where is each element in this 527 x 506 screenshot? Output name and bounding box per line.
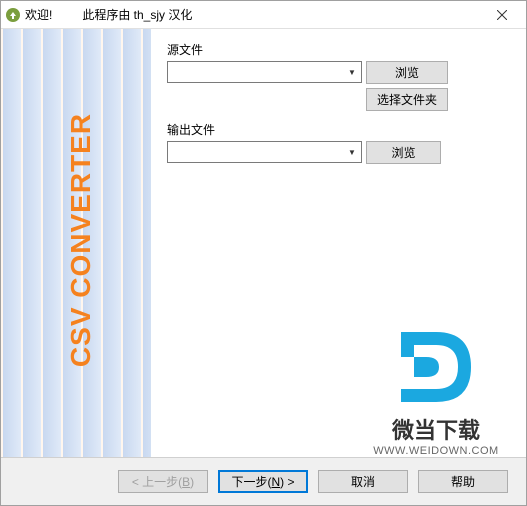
titlebar-subtitle: 此程序由 th_sjy 汉化: [82, 6, 192, 23]
help-button[interactable]: 帮助: [418, 470, 508, 493]
app-icon: [5, 7, 21, 23]
close-button[interactable]: [482, 3, 522, 27]
output-file-combo[interactable]: ▼: [167, 141, 362, 163]
back-button: < 上一步(B): [118, 470, 208, 493]
source-file-combo[interactable]: ▼: [167, 61, 362, 83]
main-panel: 源文件 ▼ 浏览 选择文件夹: [151, 29, 526, 457]
output-file-label: 输出文件: [167, 121, 510, 138]
chevron-down-icon[interactable]: ▼: [344, 63, 360, 81]
browse-source-button[interactable]: 浏览: [366, 61, 448, 84]
source-file-group: 源文件 ▼ 浏览 选择文件夹: [167, 41, 510, 111]
output-file-group: 输出文件 ▼ 浏览: [167, 121, 510, 164]
source-file-label: 源文件: [167, 41, 510, 58]
chevron-down-icon[interactable]: ▼: [344, 143, 360, 161]
wizard-window: 欢迎! 此程序由 th_sjy 汉化 CSV CONVERTER 源文件 ▼: [0, 0, 527, 506]
cancel-button[interactable]: 取消: [318, 470, 408, 493]
sidebar-banner: CSV CONVERTER: [1, 29, 151, 457]
browse-output-button[interactable]: 浏览: [366, 141, 441, 164]
footer: < 上一步(B) 下一步(N) > 取消 帮助: [1, 457, 526, 505]
titlebar-welcome: 欢迎!: [25, 6, 52, 23]
select-folder-button[interactable]: 选择文件夹: [366, 88, 448, 111]
titlebar-text: 欢迎! 此程序由 th_sjy 汉化: [25, 6, 192, 23]
next-button[interactable]: 下一步(N) >: [218, 470, 308, 493]
sidebar-title: CSV CONVERTER: [65, 100, 97, 380]
body-area: CSV CONVERTER 源文件 ▼ 浏览 选择文件夹: [1, 29, 526, 457]
titlebar: 欢迎! 此程序由 th_sjy 汉化: [1, 1, 526, 29]
